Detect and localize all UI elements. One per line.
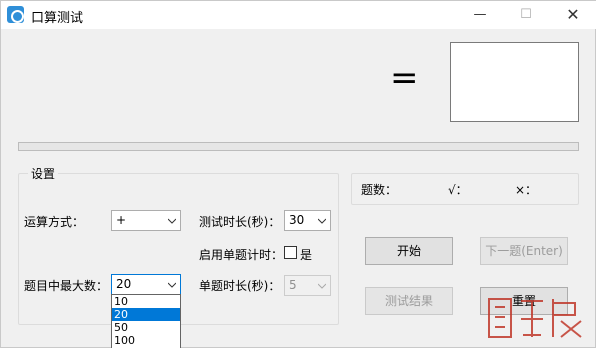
- title-bar: 口算测试 — ☐ ✕: [1, 1, 596, 29]
- equals-sign: =: [390, 58, 419, 98]
- wrong-count-label: ×：: [515, 183, 538, 197]
- app-icon: [7, 6, 24, 23]
- main-window: 口算测试 — ☐ ✕ = 设置 运算方式： + 题目中最大数： 20 10 20…: [0, 0, 596, 348]
- max-number-label: 题目中最大数：: [24, 279, 109, 293]
- operation-label: 运算方式：: [24, 215, 85, 229]
- chevron-down-icon: [318, 283, 326, 289]
- max-number-option[interactable]: 50: [112, 321, 180, 334]
- max-number-select[interactable]: 20: [111, 274, 181, 295]
- per-question-timer-yes-label[interactable]: 是: [300, 246, 312, 263]
- per-question-duration-select[interactable]: 5: [284, 275, 331, 296]
- duration-select-value: 30: [289, 213, 305, 227]
- max-number-option[interactable]: 10: [112, 295, 180, 308]
- settings-group-title: 设置: [28, 165, 59, 182]
- progress-bar: [18, 142, 579, 151]
- operation-select[interactable]: +: [111, 210, 181, 231]
- maximize-button[interactable]: ☐: [503, 1, 549, 29]
- per-question-timer-label: 启用单题计时：: [199, 248, 284, 262]
- per-question-duration-label: 单题时长(秒)：: [199, 279, 281, 293]
- chevron-down-icon: [318, 218, 326, 224]
- window-title: 口算测试: [31, 11, 84, 26]
- minimize-button[interactable]: —: [457, 1, 503, 29]
- close-button[interactable]: ✕: [550, 1, 596, 29]
- chevron-down-icon: [168, 218, 176, 224]
- correct-count-label: √：: [448, 183, 468, 197]
- max-number-dropdown: 10 20 50 100: [111, 294, 181, 348]
- duration-label: 测试时长(秒)：: [199, 215, 281, 229]
- answer-display: [450, 42, 579, 122]
- max-number-option[interactable]: 100: [112, 334, 180, 347]
- test-result-button[interactable]: 测试结果: [365, 287, 453, 315]
- watermark-logo: [488, 298, 582, 338]
- operation-select-value: +: [116, 213, 127, 227]
- next-question-button[interactable]: 下一题(Enter): [480, 237, 568, 265]
- per-question-duration-value: 5: [289, 278, 297, 292]
- max-number-select-value: 20: [116, 277, 132, 291]
- start-button[interactable]: 开始: [365, 237, 453, 265]
- question-count-label: 题数：: [361, 183, 398, 197]
- chevron-down-icon: [168, 282, 176, 288]
- duration-select[interactable]: 30: [284, 210, 331, 231]
- max-number-option-selected[interactable]: 20: [112, 308, 180, 321]
- per-question-timer-checkbox[interactable]: [284, 246, 297, 259]
